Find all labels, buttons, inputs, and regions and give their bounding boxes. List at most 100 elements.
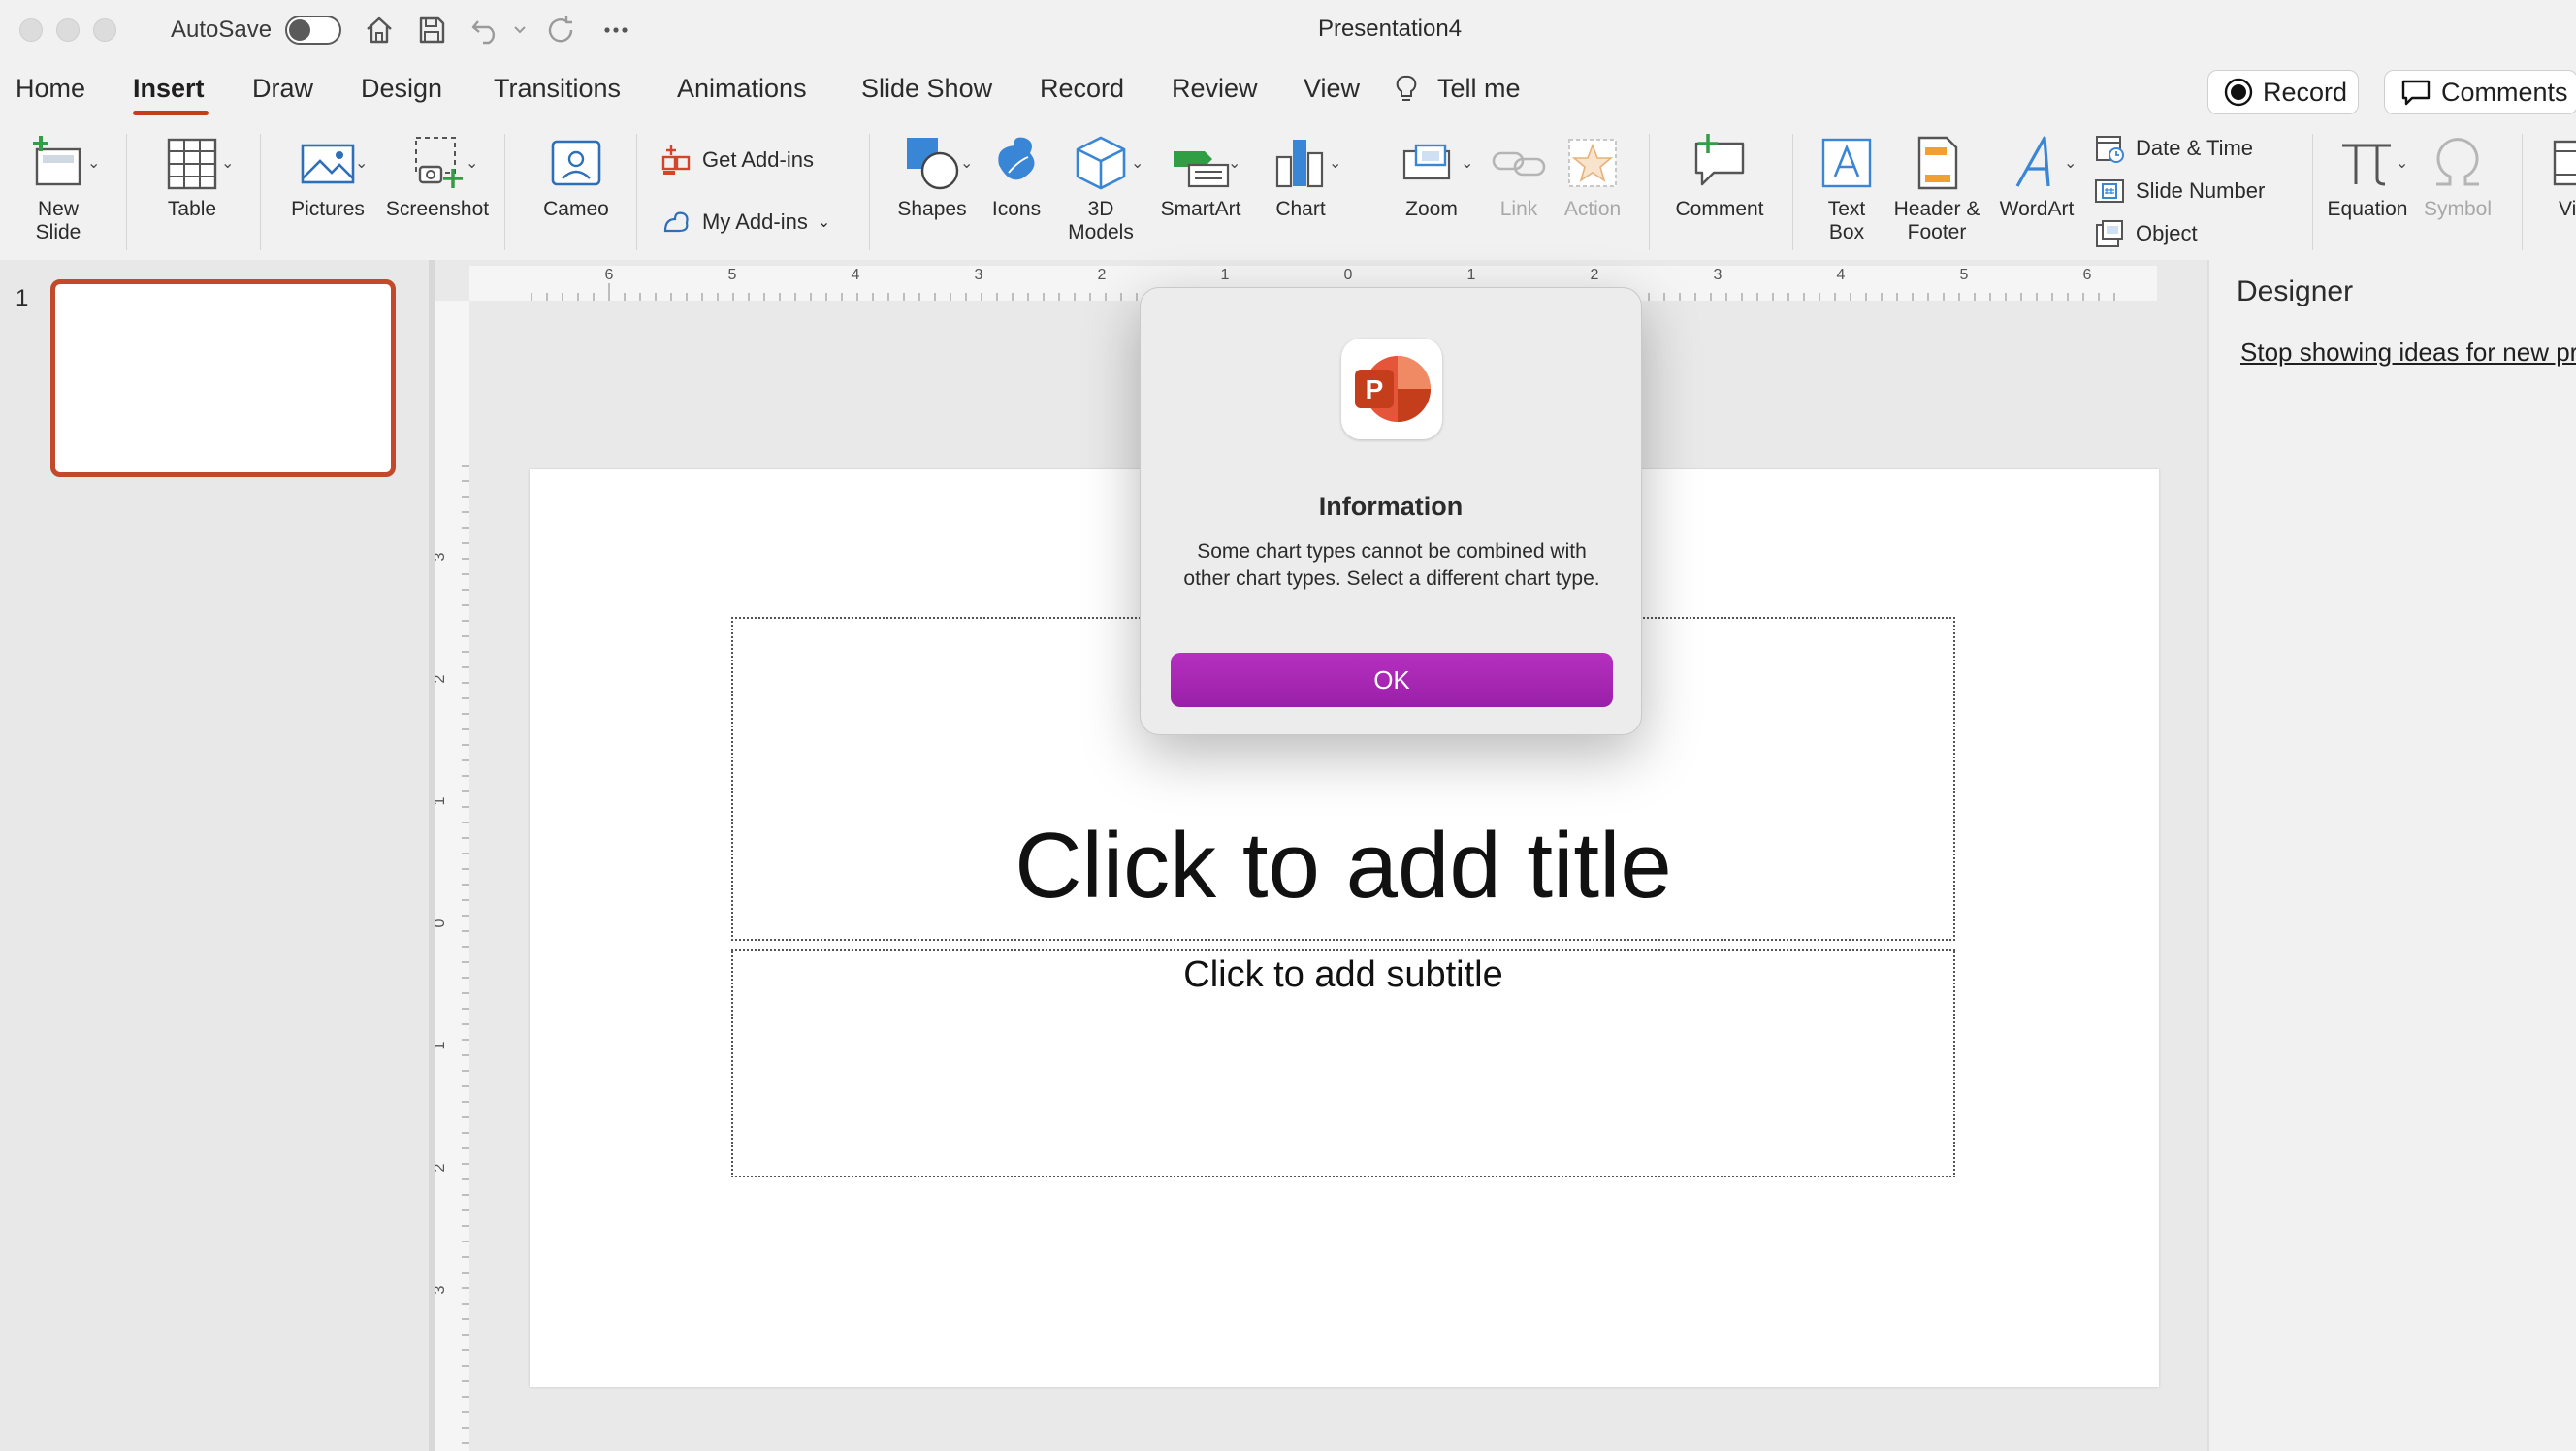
- ruler-label: 1: [435, 796, 448, 805]
- add-ins-store-icon: [661, 145, 691, 175]
- ruler-label: 1: [1221, 267, 1230, 283]
- my-addins-label: My Add-ins: [702, 210, 808, 234]
- equation-button[interactable]: Equation: [2322, 132, 2413, 221]
- tab-review[interactable]: Review: [1172, 74, 1258, 104]
- table-dropdown-icon[interactable]: ⌄: [221, 153, 234, 173]
- my-addins-icon: [663, 211, 689, 233]
- pi-equation-icon: [2342, 144, 2391, 186]
- thumbnail-number: 1: [16, 285, 29, 311]
- tab-design[interactable]: Design: [361, 74, 442, 104]
- tab-home[interactable]: Home: [16, 74, 85, 104]
- header-footer-button[interactable]: Header & Footer: [1884, 132, 1990, 244]
- tab-slide-show[interactable]: Slide Show: [861, 74, 992, 104]
- video-label: Vi: [2559, 198, 2576, 220]
- pictures-button[interactable]: Pictures: [281, 132, 374, 221]
- symbol-label: Symbol: [2423, 198, 2493, 220]
- cameo-button[interactable]: Cameo: [528, 132, 625, 221]
- symbol-button[interactable]: Symbol: [2419, 132, 2496, 221]
- smartart-dropdown-icon[interactable]: ⌄: [1228, 153, 1240, 173]
- record-button[interactable]: Record: [2207, 70, 2359, 114]
- date-time-button[interactable]: Date & Time: [2093, 132, 2253, 165]
- slide-number-label: Slide Number: [2136, 178, 2266, 203]
- shapes-dropdown-icon[interactable]: ⌄: [960, 153, 973, 173]
- 3d-models-button[interactable]: 3D Models: [1061, 132, 1141, 244]
- tab-view[interactable]: View: [1304, 74, 1360, 104]
- screenshot-button[interactable]: Screenshot: [380, 132, 495, 221]
- document-title: Presentation4: [1317, 16, 1463, 42]
- text-box-button[interactable]: Text Box: [1808, 132, 1885, 244]
- ribbon-separator: [869, 134, 870, 250]
- icons-insert-icon: [998, 137, 1035, 180]
- slide-thumbnail[interactable]: [50, 279, 396, 477]
- zoom-button[interactable]: Zoom: [1385, 132, 1478, 221]
- my-addins-dropdown-icon[interactable]: ⌄: [818, 212, 830, 232]
- video-button[interactable]: Vi: [2535, 132, 2576, 221]
- my-addins-button[interactable]: My Add-ins ⌄: [660, 206, 830, 239]
- dialog-message: Some chart types cannot be combined with…: [1183, 540, 1600, 590]
- ruler-label: 0: [1344, 267, 1353, 283]
- designer-pane: Designer Stop showing ideas for new pres…: [2207, 260, 2576, 1451]
- link-button[interactable]: Link: [1480, 132, 1558, 221]
- ruler-label: 3: [975, 267, 983, 283]
- ribbon-separator: [1792, 134, 1793, 250]
- chart-dropdown-icon[interactable]: ⌄: [1329, 153, 1341, 173]
- ribbon-separator: [2312, 134, 2313, 250]
- title-bar: AutoSave Presentation4: [0, 0, 2576, 60]
- equation-dropdown-icon[interactable]: ⌄: [2396, 153, 2408, 173]
- tab-transitions[interactable]: Transitions: [494, 74, 621, 104]
- subtitle-placeholder[interactable]: Click to add subtitle: [731, 949, 1955, 1177]
- header-footer-icon: [1917, 136, 1958, 190]
- wordart-dropdown-icon[interactable]: ⌄: [2064, 153, 2077, 173]
- new-slide-dropdown-icon[interactable]: ⌄: [87, 153, 100, 173]
- smartart-label: SmartArt: [1160, 198, 1241, 220]
- new-slide-icon: [33, 136, 81, 186]
- ruler-label: 6: [2083, 267, 2092, 283]
- ruler-label: 2: [1098, 267, 1107, 283]
- icons-button[interactable]: Icons: [980, 132, 1053, 221]
- slide-thumbnails-pane: 1: [0, 260, 429, 1451]
- slide-number-button[interactable]: Slide Number: [2093, 175, 2265, 208]
- get-addins-button[interactable]: Get Add-ins: [660, 144, 814, 177]
- ok-button[interactable]: OK: [1171, 653, 1613, 707]
- text-box-label-1: Text: [1827, 198, 1866, 220]
- smartart-button[interactable]: SmartArt: [1150, 132, 1251, 221]
- screenshot-label: Screenshot: [385, 198, 490, 220]
- get-addins-label: Get Add-ins: [702, 147, 814, 172]
- object-label: Object: [2136, 221, 2198, 245]
- new-slide-button[interactable]: New Slide: [8, 132, 109, 244]
- wordart-button[interactable]: WordArt: [1990, 132, 2083, 221]
- shapes-button[interactable]: Shapes: [888, 132, 976, 221]
- tab-record[interactable]: Record: [1040, 74, 1124, 104]
- date-time-label: Date & Time: [2136, 136, 2254, 160]
- 3d-models-dropdown-icon[interactable]: ⌄: [1131, 153, 1143, 173]
- slide-number-icon: [2095, 179, 2124, 203]
- ruler-label: 4: [852, 267, 860, 283]
- object-button[interactable]: Object: [2093, 217, 2198, 250]
- zoom-dropdown-icon[interactable]: ⌄: [1461, 153, 1473, 173]
- comment-bubble-icon: [2401, 80, 2431, 106]
- cameo-label: Cameo: [543, 198, 609, 220]
- ribbon: New Slide ⌄ Table ⌄ Pictures ⌄ Screensho…: [0, 122, 2576, 258]
- text-box-label-2: Box: [1828, 221, 1865, 243]
- table-button[interactable]: Table: [145, 132, 239, 221]
- tab-draw[interactable]: Draw: [252, 74, 313, 104]
- dialog-title: Information: [1318, 492, 1464, 521]
- ruler-label: 2: [1591, 267, 1599, 283]
- action-button[interactable]: Action: [1554, 132, 1631, 221]
- object-icon: [2096, 220, 2123, 247]
- stop-showing-ideas-link[interactable]: Stop showing ideas for new presentations: [2240, 338, 2576, 368]
- screenshot-icon: [415, 137, 463, 188]
- ribbon-separator: [636, 134, 637, 250]
- title-placeholder-text: Click to add title: [1014, 814, 1672, 918]
- comments-button[interactable]: Comments: [2384, 70, 2576, 114]
- chart-button[interactable]: Chart: [1257, 132, 1344, 221]
- screenshot-dropdown-icon[interactable]: ⌄: [466, 153, 478, 173]
- tell-me-search[interactable]: Tell me: [1437, 74, 1521, 104]
- zoom-label: Zoom: [1405, 198, 1458, 220]
- pictures-dropdown-icon[interactable]: ⌄: [355, 153, 368, 173]
- tab-insert[interactable]: Insert: [133, 74, 205, 104]
- tab-animations[interactable]: Animations: [677, 74, 807, 104]
- record-icon: [2224, 78, 2253, 107]
- ribbon-separator: [2522, 134, 2523, 250]
- comment-button[interactable]: Comment: [1666, 132, 1773, 221]
